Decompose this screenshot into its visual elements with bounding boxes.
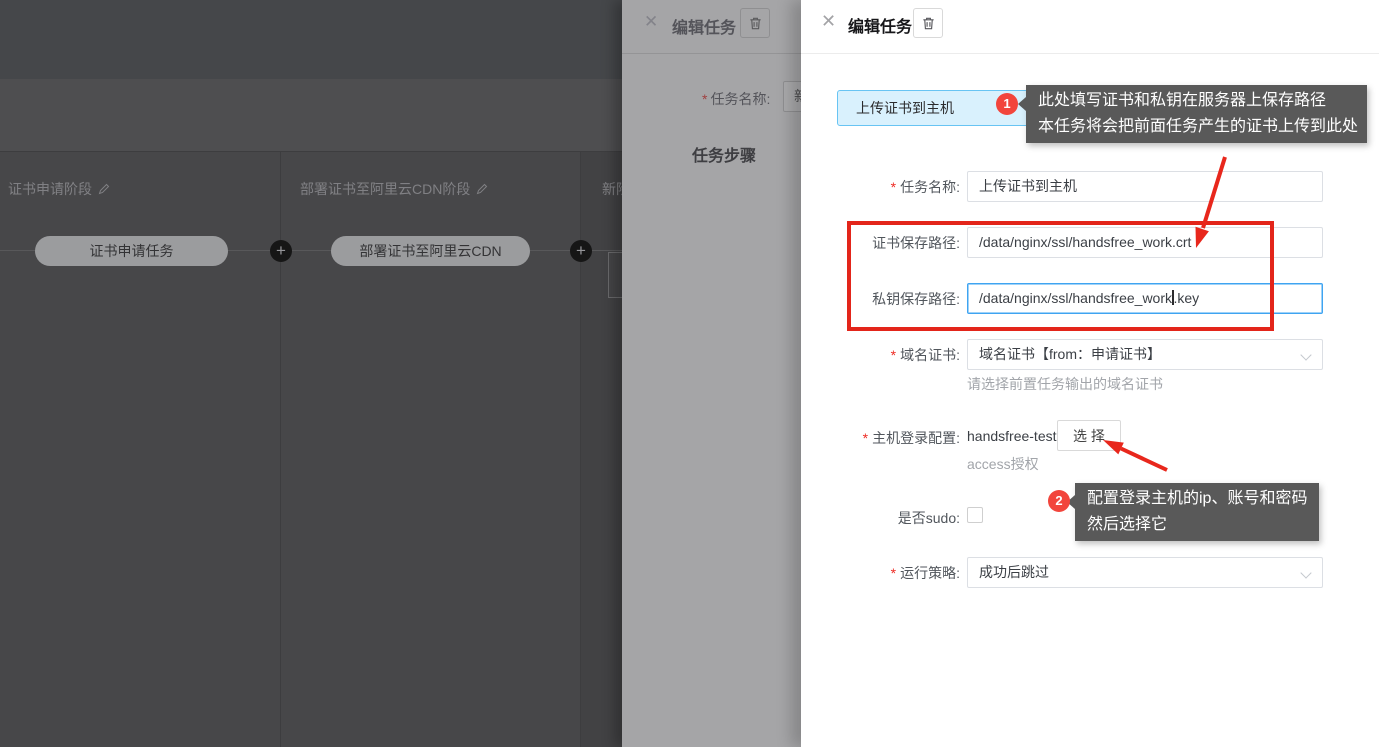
trash-icon <box>748 16 763 31</box>
domain-cert-value: 域名证书【from：申请证书】 <box>979 346 1161 362</box>
tooltip-text: 然后选择它 <box>1087 512 1307 538</box>
run-policy-label: *运行策略: <box>801 563 960 583</box>
stage-title-cert-apply: 证书申请阶段 <box>8 179 110 199</box>
add-task-icon: + <box>570 240 592 262</box>
annotation-tooltip-1: 此处填写证书和私钥在服务器上保存路径 本任务将会把前面任务产生的证书上传到此处 <box>1026 85 1367 143</box>
annotation-badge-2: 2 <box>1048 490 1070 512</box>
workflow-background: 证书申请阶段 部署证书至阿里云CDN阶段 新阶段 证书申请任务 + 部署证书至阿… <box>0 0 622 747</box>
trash-icon <box>921 16 936 31</box>
add-task-icon: + <box>270 240 292 262</box>
required-asterisk: * <box>891 347 896 363</box>
close-icon[interactable]: ✕ <box>821 12 836 30</box>
app-root: 证书申请阶段 部署证书至阿里云CDN阶段 新阶段 证书申请任务 + 部署证书至阿… <box>0 0 1379 747</box>
drawer-title: 编辑任务 <box>848 13 912 37</box>
task-name-input: 新 <box>783 81 801 112</box>
stage-title-deploy-cdn: 部署证书至阿里云CDN阶段 <box>300 179 488 199</box>
task-node-deploy-cdn: 部署证书至阿里云CDN <box>331 236 530 266</box>
drawer-header: ✕ 编辑任务 <box>801 0 1379 54</box>
delete-task-button[interactable] <box>913 8 943 38</box>
label-text: 任务名称: <box>710 91 770 107</box>
key-path-text-after-cursor: .key <box>1174 290 1200 306</box>
host-select-button[interactable]: 选 择 <box>1057 420 1121 451</box>
chevron-down-icon <box>1300 349 1311 360</box>
label-text: 任务名称: <box>900 179 960 195</box>
edit-pencil-icon <box>98 183 110 195</box>
required-asterisk: * <box>702 91 707 107</box>
domain-cert-label: *域名证书: <box>801 345 960 365</box>
background-drawer-title: 编辑任务 <box>672 14 736 38</box>
key-path-input[interactable]: /data/nginx/ssl/handsfree_work.key <box>967 283 1323 314</box>
domain-cert-helper: 请选择前置任务输出的域名证书 <box>967 374 1163 394</box>
label-text: 运行策略: <box>900 565 960 581</box>
close-icon: ✕ <box>644 13 658 30</box>
required-asterisk: * <box>891 179 896 195</box>
key-path-text-before-cursor: /data/nginx/ssl/handsfree_work <box>979 290 1172 306</box>
task-node-cert-apply: 证书申请任务 <box>35 236 228 266</box>
edit-pencil-icon <box>476 183 488 195</box>
host-login-value: handsfree-test <box>967 428 1057 444</box>
task-name-label: *任务名称: <box>702 89 770 109</box>
label-text: 主机登录配置: <box>872 430 960 446</box>
label-text: 证书保存路径: <box>872 235 960 251</box>
sudo-checkbox[interactable] <box>967 507 983 523</box>
run-policy-select[interactable]: 成功后跳过 <box>967 557 1323 588</box>
stage-title-text: 证书申请阶段 <box>8 179 92 199</box>
tooltip-text: 本任务将会把前面任务产生的证书上传到此处 <box>1038 114 1355 140</box>
workflow-top-header <box>0 0 622 79</box>
label-text: 私钥保存路径: <box>872 291 960 307</box>
cert-path-label: 证书保存路径: <box>801 233 960 253</box>
key-path-label: 私钥保存路径: <box>801 289 960 309</box>
background-drawer-header: ✕ 编辑任务 <box>622 0 801 54</box>
chevron-down-icon <box>1300 567 1311 578</box>
label-text: 是否sudo: <box>898 510 960 526</box>
domain-cert-select[interactable]: 域名证书【from：申请证书】 <box>967 339 1323 370</box>
cert-path-input[interactable]: /data/nginx/ssl/handsfree_work.crt <box>967 227 1323 258</box>
tooltip-text: 此处填写证书和私钥在服务器上保存路径 <box>1038 88 1355 114</box>
stage-title-text: 部署证书至阿里云CDN阶段 <box>300 179 470 199</box>
sudo-label: 是否sudo: <box>801 508 960 528</box>
background-edit-drawer: ✕ 编辑任务 *任务名称: 新 任务步骤 <box>622 0 801 747</box>
required-asterisk: * <box>863 430 868 446</box>
task-steps-heading: 任务步骤 <box>692 142 756 166</box>
delete-task-button <box>740 8 770 38</box>
annotation-badge-1: 1 <box>996 93 1018 115</box>
task-name-label: *任务名称: <box>801 177 960 197</box>
annotation-tooltip-2: 配置登录主机的ip、账号和密码 然后选择它 <box>1075 483 1319 541</box>
workflow-canvas: 证书申请阶段 部署证书至阿里云CDN阶段 新阶段 证书申请任务 + 部署证书至阿… <box>0 152 622 747</box>
task-name-input[interactable]: 上传证书到主机 <box>967 171 1323 202</box>
host-login-label: *主机登录配置: <box>801 428 960 448</box>
run-policy-value: 成功后跳过 <box>979 564 1049 580</box>
workflow-toolbar <box>0 79 622 152</box>
tooltip-text: 配置登录主机的ip、账号和密码 <box>1087 486 1307 512</box>
tooltip-pointer-icon <box>1018 97 1026 111</box>
label-text: 域名证书: <box>900 347 960 363</box>
host-login-helper: access授权 <box>967 454 1039 474</box>
required-asterisk: * <box>891 565 896 581</box>
